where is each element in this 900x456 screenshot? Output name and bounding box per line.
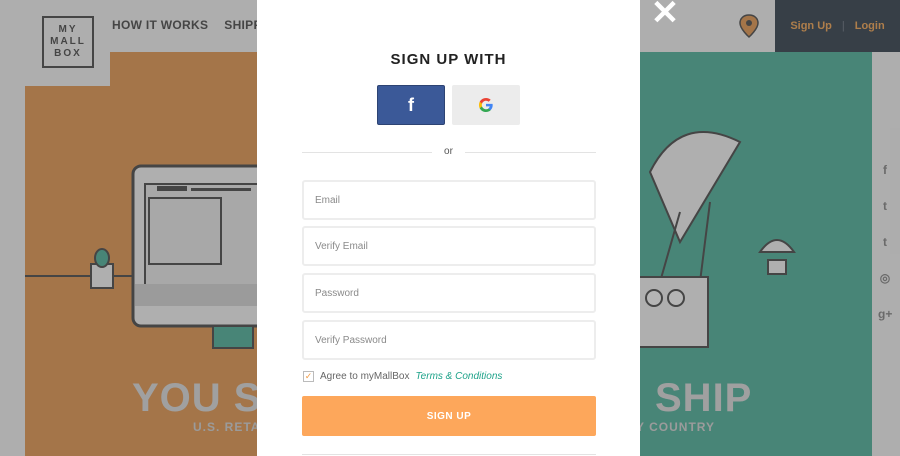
close-icon[interactable]: ✕ bbox=[650, 0, 680, 30]
facebook-signup-button[interactable]: f bbox=[377, 85, 445, 125]
verify-password-field[interactable] bbox=[302, 320, 596, 360]
verify-email-field[interactable] bbox=[302, 226, 596, 266]
signup-modal: SIGN UP WITH f or ✓ Agree to myMallBox T… bbox=[257, 0, 640, 456]
facebook-icon: f bbox=[408, 94, 414, 115]
bottom-divider bbox=[302, 454, 596, 455]
signup-button[interactable]: SIGN UP bbox=[302, 396, 596, 436]
email-field[interactable] bbox=[302, 180, 596, 220]
modal-title: SIGN UP WITH bbox=[390, 51, 507, 68]
divider-right bbox=[465, 152, 596, 153]
password-field[interactable] bbox=[302, 273, 596, 313]
terms-link[interactable]: Terms & Conditions bbox=[415, 371, 502, 382]
google-signup-button[interactable] bbox=[452, 85, 520, 125]
agree-checkbox[interactable]: ✓ bbox=[303, 371, 314, 382]
agree-label: Agree to myMallBox bbox=[320, 371, 410, 382]
terms-agreement: ✓ Agree to myMallBox Terms & Conditions bbox=[303, 371, 502, 382]
google-icon bbox=[479, 98, 493, 112]
